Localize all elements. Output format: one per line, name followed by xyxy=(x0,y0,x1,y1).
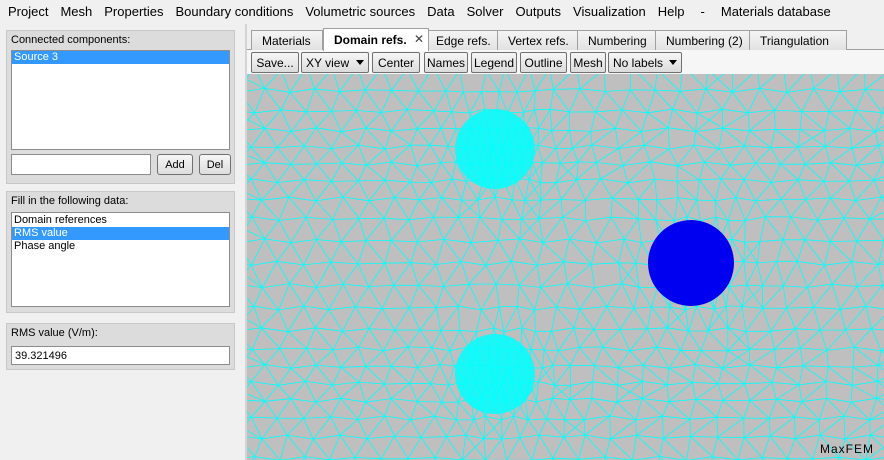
tab-edge-refs[interactable]: Edge refs. xyxy=(425,30,499,50)
right-panel: Materials Domain refs. ✕ Edge refs. Vert… xyxy=(247,24,884,460)
close-icon[interactable]: ✕ xyxy=(414,32,424,46)
tab-vertex-refs[interactable]: Vertex refs. xyxy=(497,30,579,50)
menu-visualization[interactable]: Visualization xyxy=(567,1,652,23)
tab-label: Domain refs. xyxy=(334,33,407,47)
labels-select[interactable]: No labels xyxy=(608,52,682,73)
connected-components-group: Connected components: Source 3 Add Del xyxy=(6,30,235,184)
rms-value-field[interactable] xyxy=(11,346,230,365)
menu-help[interactable]: Help xyxy=(652,1,691,23)
mesh-viewer[interactable]: MaxFEM xyxy=(247,74,884,460)
menu-data[interactable]: Data xyxy=(421,1,460,23)
list-item[interactable]: Source 3 xyxy=(12,51,229,64)
mesh-drawing[interactable] xyxy=(247,74,884,460)
menu-volumetric-sources[interactable]: Volumetric sources xyxy=(299,1,421,23)
viewer-background xyxy=(247,74,884,460)
center-button[interactable]: Center xyxy=(372,52,420,73)
tab-numbering-2[interactable]: Numbering (2) xyxy=(655,30,751,50)
component-input[interactable] xyxy=(11,154,151,175)
view-select-value: XY view xyxy=(306,55,350,70)
menu-separator: - xyxy=(700,4,705,19)
tab-triangulation[interactable]: Triangulation xyxy=(749,30,847,50)
mesh-button[interactable]: Mesh xyxy=(570,52,606,73)
menu-bar: Project Mesh Properties Boundary conditi… xyxy=(0,0,884,24)
legend-button[interactable]: Legend xyxy=(471,52,517,73)
tab-domain-refs[interactable]: Domain refs. ✕ xyxy=(323,28,429,51)
viewer-toolbar: Save... XY view Center Names Legend Outl… xyxy=(247,50,884,74)
fill-data-title: Fill in the following data: xyxy=(11,195,129,207)
list-item[interactable]: Phase angle xyxy=(12,240,229,253)
fill-data-group: Fill in the following data: Domain refer… xyxy=(6,191,235,313)
menu-mesh[interactable]: Mesh xyxy=(54,1,98,23)
left-panel: Connected components: Source 3 Add Del F… xyxy=(0,24,245,460)
menu-materials-database[interactable]: Materials database xyxy=(715,1,837,23)
mesh-refinement-top xyxy=(455,109,535,189)
chevron-down-icon xyxy=(356,60,364,65)
tab-materials[interactable]: Materials xyxy=(251,30,323,50)
outline-button[interactable]: Outline xyxy=(520,52,567,73)
maxfem-logo: MaxFEM xyxy=(820,442,874,456)
rms-value-title: RMS value (V/m): xyxy=(11,327,98,339)
list-item[interactable]: RMS value xyxy=(12,227,229,240)
menu-solver[interactable]: Solver xyxy=(461,1,510,23)
del-button[interactable]: Del xyxy=(199,154,231,175)
tab-numbering[interactable]: Numbering xyxy=(577,30,657,50)
mesh-refinement-bottom xyxy=(455,334,535,414)
names-button[interactable]: Names xyxy=(424,52,468,73)
menu-boundary-conditions[interactable]: Boundary conditions xyxy=(170,1,300,23)
rms-value-group: RMS value (V/m): xyxy=(6,323,235,370)
labels-select-value: No labels xyxy=(613,55,664,70)
tab-bar: Materials Domain refs. ✕ Edge refs. Vert… xyxy=(247,28,884,51)
connected-components-list[interactable]: Source 3 xyxy=(11,50,230,150)
menu-properties[interactable]: Properties xyxy=(98,1,169,23)
fill-data-list[interactable]: Domain references RMS value Phase angle xyxy=(11,212,230,307)
list-item[interactable]: Domain references xyxy=(12,214,229,227)
chevron-down-icon xyxy=(669,60,677,65)
save-button[interactable]: Save... xyxy=(251,52,299,73)
add-button[interactable]: Add xyxy=(157,154,193,175)
connected-components-title: Connected components: xyxy=(11,34,131,46)
view-select[interactable]: XY view xyxy=(301,52,369,73)
source-domain[interactable] xyxy=(648,220,734,306)
menu-project[interactable]: Project xyxy=(2,1,54,23)
menu-outputs[interactable]: Outputs xyxy=(509,1,567,23)
